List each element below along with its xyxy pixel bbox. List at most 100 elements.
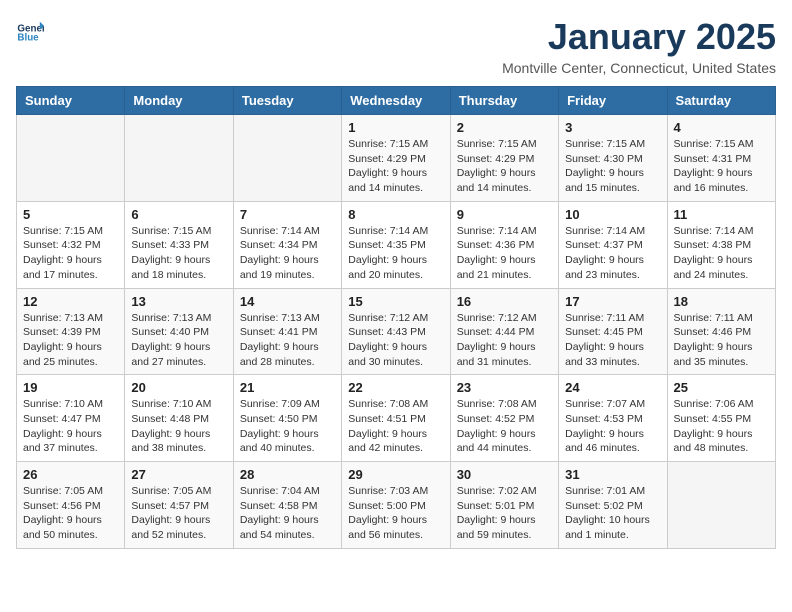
calendar-cell: 13 Sunrise: 7:13 AMSunset: 4:40 PMDayligh… [125, 288, 233, 375]
day-header-friday: Friday [559, 87, 667, 115]
day-info: Sunrise: 7:11 AMSunset: 4:46 PMDaylight:… [674, 311, 769, 370]
day-info: Sunrise: 7:14 AMSunset: 4:38 PMDaylight:… [674, 224, 769, 283]
svg-text:Blue: Blue [17, 33, 39, 44]
day-header-saturday: Saturday [667, 87, 775, 115]
calendar-week-1: 1Sunrise: 7:15 AMSunset: 4:29 PMDaylight… [17, 115, 776, 202]
day-number: 6 [131, 207, 226, 222]
calendar-cell: 3 Sunrise: 7:15 AMSunset: 4:30 PMDaylight… [559, 115, 667, 202]
day-number: 20 [131, 380, 226, 395]
day-number: 13 [131, 294, 226, 309]
day-info: Sunrise: 7:08 AMSunset: 4:52 PMDaylight:… [457, 397, 552, 456]
calendar-cell: 25 Sunrise: 7:06 AMSunset: 4:55 PMDayligh… [667, 375, 775, 462]
day-header-monday: Monday [125, 87, 233, 115]
calendar-cell: 22Sunrise: 7:08 AMSunset: 4:51 PMDayligh… [342, 375, 450, 462]
day-number: 29 [348, 467, 443, 482]
day-info: Sunrise: 7:13 AMSunset: 4:41 PMDaylight:… [240, 311, 335, 370]
day-info: Sunrise: 7:12 AMSunset: 4:44 PMDaylight:… [457, 311, 552, 370]
day-number: 10 [565, 207, 660, 222]
calendar-cell: 23 Sunrise: 7:08 AMSunset: 4:52 PMDayligh… [450, 375, 558, 462]
day-info: Sunrise: 7:15 AMSunset: 4:29 PMDaylight:… [348, 137, 443, 196]
calendar-cell: 14 Sunrise: 7:13 AMSunset: 4:41 PMDayligh… [233, 288, 341, 375]
day-number: 12 [23, 294, 118, 309]
calendar-cell: 18Sunrise: 7:11 AMSunset: 4:46 PMDayligh… [667, 288, 775, 375]
calendar-cell [667, 462, 775, 549]
day-info: Sunrise: 7:11 AMSunset: 4:45 PMDaylight:… [565, 311, 660, 370]
day-number: 23 [457, 380, 552, 395]
calendar-cell: 15Sunrise: 7:12 AMSunset: 4:43 PMDayligh… [342, 288, 450, 375]
calendar-cell: 9Sunrise: 7:14 AMSunset: 4:36 PMDaylight… [450, 201, 558, 288]
month-title: January 2025 [502, 16, 776, 58]
calendar-table: SundayMondayTuesdayWednesdayThursdayFrid… [16, 86, 776, 549]
day-number: 11 [674, 207, 769, 222]
title-area: January 2025 Montville Center, Connectic… [502, 16, 776, 76]
day-info: Sunrise: 7:10 AMSunset: 4:47 PMDaylight:… [23, 397, 118, 456]
calendar-cell [233, 115, 341, 202]
calendar-week-4: 19 Sunrise: 7:10 AMSunset: 4:47 PMDayligh… [17, 375, 776, 462]
day-number: 25 [674, 380, 769, 395]
calendar-cell: 19 Sunrise: 7:10 AMSunset: 4:47 PMDayligh… [17, 375, 125, 462]
day-info: Sunrise: 7:05 AMSunset: 4:57 PMDaylight:… [131, 484, 226, 543]
calendar-cell: 26Sunrise: 7:05 AMSunset: 4:56 PMDayligh… [17, 462, 125, 549]
day-number: 2 [457, 120, 552, 135]
day-info: Sunrise: 7:02 AMSunset: 5:01 PMDaylight:… [457, 484, 552, 543]
day-info: Sunrise: 7:13 AMSunset: 4:39 PMDaylight:… [23, 311, 118, 370]
calendar-cell: 6 Sunrise: 7:15 AMSunset: 4:33 PMDaylight… [125, 201, 233, 288]
calendar-cell: 7 Sunrise: 7:14 AMSunset: 4:34 PMDaylight… [233, 201, 341, 288]
calendar-cell: 20 Sunrise: 7:10 AMSunset: 4:48 PMDayligh… [125, 375, 233, 462]
calendar-cell: 8Sunrise: 7:14 AMSunset: 4:35 PMDaylight… [342, 201, 450, 288]
day-info: Sunrise: 7:14 AMSunset: 4:37 PMDaylight:… [565, 224, 660, 283]
calendar-cell: 28Sunrise: 7:04 AMSunset: 4:58 PMDayligh… [233, 462, 341, 549]
calendar-week-3: 12 Sunrise: 7:13 AMSunset: 4:39 PMDayligh… [17, 288, 776, 375]
day-info: Sunrise: 7:15 AMSunset: 4:30 PMDaylight:… [565, 137, 660, 196]
day-number: 4 [674, 120, 769, 135]
day-info: Sunrise: 7:13 AMSunset: 4:40 PMDaylight:… [131, 311, 226, 370]
day-header-wednesday: Wednesday [342, 87, 450, 115]
calendar-cell: 2 Sunrise: 7:15 AMSunset: 4:29 PMDaylight… [450, 115, 558, 202]
day-info: Sunrise: 7:12 AMSunset: 4:43 PMDaylight:… [348, 311, 443, 370]
day-info: Sunrise: 7:06 AMSunset: 4:55 PMDaylight:… [674, 397, 769, 456]
calendar-week-2: 5Sunrise: 7:15 AMSunset: 4:32 PMDaylight… [17, 201, 776, 288]
calendar-cell [125, 115, 233, 202]
day-info: Sunrise: 7:15 AMSunset: 4:29 PMDaylight:… [457, 137, 552, 196]
day-number: 28 [240, 467, 335, 482]
calendar-cell: 27 Sunrise: 7:05 AMSunset: 4:57 PMDayligh… [125, 462, 233, 549]
day-number: 31 [565, 467, 660, 482]
day-number: 19 [23, 380, 118, 395]
day-header-sunday: Sunday [17, 87, 125, 115]
calendar-cell: 4 Sunrise: 7:15 AMSunset: 4:31 PMDaylight… [667, 115, 775, 202]
calendar-cell: 10 Sunrise: 7:14 AMSunset: 4:37 PMDayligh… [559, 201, 667, 288]
day-info: Sunrise: 7:15 AMSunset: 4:31 PMDaylight:… [674, 137, 769, 196]
day-info: Sunrise: 7:07 AMSunset: 4:53 PMDaylight:… [565, 397, 660, 456]
day-number: 26 [23, 467, 118, 482]
day-number: 14 [240, 294, 335, 309]
calendar-cell: 24Sunrise: 7:07 AMSunset: 4:53 PMDayligh… [559, 375, 667, 462]
calendar-cell: 11 Sunrise: 7:14 AMSunset: 4:38 PMDayligh… [667, 201, 775, 288]
calendar-cell [17, 115, 125, 202]
day-number: 7 [240, 207, 335, 222]
day-info: Sunrise: 7:15 AMSunset: 4:33 PMDaylight:… [131, 224, 226, 283]
day-number: 27 [131, 467, 226, 482]
calendar-cell: 12 Sunrise: 7:13 AMSunset: 4:39 PMDayligh… [17, 288, 125, 375]
day-info: Sunrise: 7:14 AMSunset: 4:34 PMDaylight:… [240, 224, 335, 283]
calendar-cell: 31Sunrise: 7:01 AMSunset: 5:02 PMDayligh… [559, 462, 667, 549]
calendar-cell: 29 Sunrise: 7:03 AMSunset: 5:00 PMDayligh… [342, 462, 450, 549]
day-info: Sunrise: 7:10 AMSunset: 4:48 PMDaylight:… [131, 397, 226, 456]
location-title: Montville Center, Connecticut, United St… [502, 60, 776, 76]
calendar-cell: 1Sunrise: 7:15 AMSunset: 4:29 PMDaylight… [342, 115, 450, 202]
page-header: General Blue January 2025 Montville Cent… [16, 16, 776, 76]
day-info: Sunrise: 7:15 AMSunset: 4:32 PMDaylight:… [23, 224, 118, 283]
calendar-cell: 21Sunrise: 7:09 AMSunset: 4:50 PMDayligh… [233, 375, 341, 462]
day-number: 17 [565, 294, 660, 309]
calendar-cell: 16 Sunrise: 7:12 AMSunset: 4:44 PMDayligh… [450, 288, 558, 375]
day-info: Sunrise: 7:03 AMSunset: 5:00 PMDaylight:… [348, 484, 443, 543]
day-number: 3 [565, 120, 660, 135]
calendar-cell: 5Sunrise: 7:15 AMSunset: 4:32 PMDaylight… [17, 201, 125, 288]
day-header-tuesday: Tuesday [233, 87, 341, 115]
day-number: 16 [457, 294, 552, 309]
day-number: 21 [240, 380, 335, 395]
calendar-cell: 30 Sunrise: 7:02 AMSunset: 5:01 PMDayligh… [450, 462, 558, 549]
day-number: 30 [457, 467, 552, 482]
day-info: Sunrise: 7:14 AMSunset: 4:36 PMDaylight:… [457, 224, 552, 283]
calendar-cell: 17 Sunrise: 7:11 AMSunset: 4:45 PMDayligh… [559, 288, 667, 375]
logo-icon: General Blue [16, 16, 44, 44]
